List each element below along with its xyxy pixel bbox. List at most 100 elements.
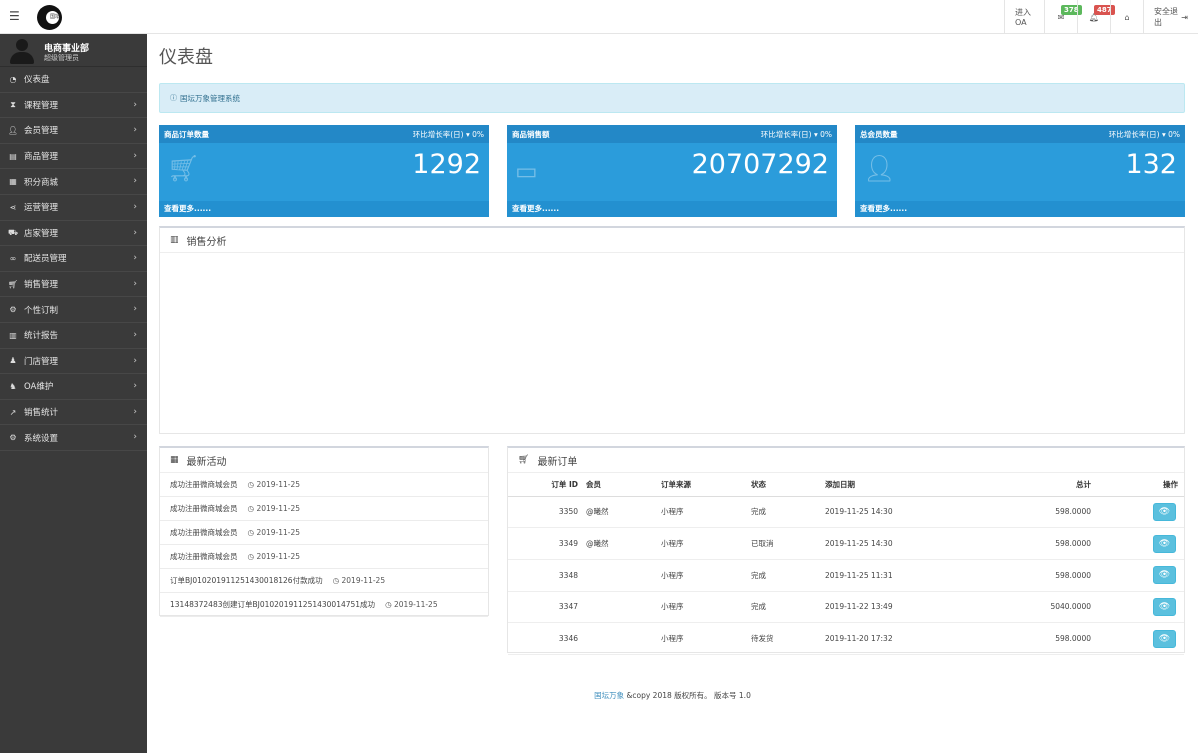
user-icon: 👤︎	[863, 154, 897, 184]
messages-button[interactable]: ✉ 378	[1044, 0, 1082, 34]
order-source: 小程序	[661, 496, 751, 529]
list-item: 成功注册微商城会员 ◷ 2019-11-25	[160, 473, 488, 497]
chevron-right-icon: ›	[133, 150, 137, 161]
activity-date: ◷ 2019-11-25	[248, 552, 301, 561]
cart-icon: 🛒︎	[7, 279, 19, 289]
sidebar-item[interactable]: ⛟ 店家管理 ›	[0, 221, 147, 247]
order-total: 5040.0000	[975, 591, 1095, 624]
activity-date: ◷ 2019-11-25	[333, 576, 386, 585]
view-order-button[interactable]: 👁︎	[1153, 629, 1176, 648]
activity-date: ◷ 2019-11-25	[248, 480, 301, 489]
col-order-id: 订单 ID	[508, 473, 586, 497]
panel-header: ▥ 销售分析	[160, 228, 1184, 253]
panel-title: 最新订单	[537, 456, 578, 468]
list-item: 订单BJ0102019112514300181​26付款成功 ◷ 2019-11-…	[160, 569, 488, 593]
stat-title: 商品销售额	[512, 130, 550, 139]
sidebar-menu: ◔ 仪表盘 ⧗ 课程管理 › 👤︎ 会员管理 › ▤ 商品管理 › ▦ 积分商城 › ⋖ 运营管理 › ⛟ 店家管理…	[0, 67, 147, 451]
activity-date-value: 2019-11-25	[256, 504, 301, 513]
order-id: 3348	[508, 559, 586, 592]
page-title: 仪表盘	[159, 47, 213, 68]
sidebar-item-label: 会员管理	[24, 126, 59, 137]
menu-toggle-icon[interactable]: ☰	[9, 9, 23, 23]
table-row: 3349 @曦然 小程序 已取消 2019-11-25 14:30 598.0000 👁︎	[508, 527, 1184, 560]
stat-card-sales: 商品销售额 环比增长率(日) ▾ 0% ▭ 20707292 查看更多.....…	[507, 125, 837, 217]
stat-title: 总会员数量	[860, 130, 898, 139]
chevron-right-icon: ›	[133, 355, 137, 366]
order-id: 3350	[508, 496, 586, 529]
order-source: 小程序	[661, 622, 751, 655]
order-member: @曦然	[586, 527, 661, 560]
view-order-button[interactable]: 👁︎	[1153, 502, 1176, 521]
sidebar-item-label: 系统设置	[24, 433, 59, 444]
panel-title: 最新活动	[186, 456, 227, 468]
sidebar-item[interactable]: ♟ 门店管理 ›	[0, 349, 147, 375]
notifications-button[interactable]: 🔔︎ 487	[1077, 0, 1115, 34]
activity-date-value: 2019-11-25	[341, 576, 386, 585]
activity-date-value: 2019-11-25	[256, 480, 301, 489]
activity-text: 成功注册微商城会员	[170, 552, 238, 561]
stat-value: 20707292	[691, 149, 829, 180]
sidebar-item-label: 销售统计	[24, 408, 59, 419]
sidebar-item[interactable]: ▤ 商品管理 ›	[0, 144, 147, 170]
enter-oa-label: 进入OA	[1015, 8, 1031, 27]
enter-oa-link[interactable]: 进入OA	[1004, 0, 1044, 34]
sidebar-item[interactable]: ⚙ 系统设置 ›	[0, 425, 147, 451]
chevron-right-icon: ›	[133, 201, 137, 212]
sidebar-item[interactable]: ⚙ 个性订制 ›	[0, 297, 147, 323]
gear-icon: ⚙	[9, 433, 17, 443]
view-order-button[interactable]: 👁︎	[1153, 566, 1176, 585]
view-order-button[interactable]: 👁︎	[1153, 597, 1176, 616]
stat-rate[interactable]: 环比增长率(日) ▾ 0%	[761, 129, 832, 140]
clock-icon: ◷	[385, 600, 392, 609]
view-more-link[interactable]: 查看更多......	[164, 203, 211, 214]
order-member	[586, 622, 661, 655]
stat-rate[interactable]: 环比增长率(日) ▾ 0%	[413, 129, 484, 140]
eye-icon: 👁︎	[1158, 633, 1171, 644]
logout-button[interactable]: 安全退出 ⇥	[1143, 0, 1198, 34]
list-item: 成功注册微商城会员 ◷ 2019-11-25	[160, 497, 488, 521]
sidebar-item[interactable]: ▦ 积分商城 ›	[0, 169, 147, 195]
home-button[interactable]: ⌂	[1110, 0, 1143, 34]
main-content: 仪表盘 ⓘ 国坛万象管理系统 商品订单数量 环比增长率(日) ▾ 0% 🛒︎ 1…	[147, 34, 1198, 753]
sidebar-item-label: OA维护	[24, 382, 54, 393]
list-item: 成功注册微商城会员 ◷ 2019-11-25	[160, 521, 488, 545]
view-more-link[interactable]: 查看更多......	[512, 203, 559, 214]
sidebar-item[interactable]: ♞ OA维护 ›	[0, 374, 147, 400]
order-status: 完成	[751, 496, 825, 529]
list-item: 13148372483创建订单BJ0102019112514300147​51成…	[160, 593, 488, 617]
stat-rate[interactable]: 环比增长率(日) ▾ 0%	[1109, 129, 1180, 140]
sidebar-item[interactable]: ◔ 仪表盘	[0, 67, 147, 93]
sidebar-item[interactable]: ⧗ 课程管理 ›	[0, 93, 147, 119]
eye-icon: 👁︎	[1158, 506, 1171, 517]
line-chart-icon: ↗	[9, 407, 17, 417]
order-status: 完成	[751, 559, 825, 592]
activity-text: 成功注册微商城会员	[170, 480, 238, 489]
footer-brand-link[interactable]: 国坛万象	[594, 691, 624, 700]
user-icon: 👤︎	[7, 125, 19, 135]
sidebar: 电商事业部 超级管理员 ◔ 仪表盘 ⧗ 课程管理 › 👤︎ 会员管理 › ▤ 商品管理 › ▦ 积分商城…	[0, 34, 147, 753]
order-id: 3346	[508, 622, 586, 655]
order-date: 2019-11-25 11:31	[825, 559, 975, 592]
users-icon: ♞	[9, 381, 17, 391]
view-order-button[interactable]: 👁︎	[1153, 534, 1176, 553]
stat-card-members: 总会员数量 环比增长率(日) ▾ 0% 👤︎ 132 查看更多......	[855, 125, 1185, 217]
cog-circle-icon: ⚙	[9, 305, 17, 315]
stat-title: 商品订单数量	[164, 130, 209, 139]
sidebar-item[interactable]: ▥ 统计报告 ›	[0, 323, 147, 349]
activity-date: ◷ 2019-11-25	[248, 528, 301, 537]
sidebar-item[interactable]: ⋖ 运营管理 ›	[0, 195, 147, 221]
activity-text: 成功注册微商城会员	[170, 504, 238, 513]
order-source: 小程序	[661, 527, 751, 560]
store-user-icon: ♟	[9, 356, 17, 366]
order-member: @曦然	[586, 496, 661, 529]
table-header-row: 订单 ID 会员 订单来源 状态 添加日期 总计 操作	[508, 473, 1184, 497]
order-total: 598.0000	[975, 622, 1095, 655]
sidebar-item[interactable]: ∞ 配送员管理 ›	[0, 246, 147, 272]
sidebar-item[interactable]: ↗ 销售统计 ›	[0, 400, 147, 426]
view-more-link[interactable]: 查看更多......	[860, 203, 907, 214]
sidebar-item[interactable]: 🛒︎ 销售管理 ›	[0, 272, 147, 298]
sidebar-item[interactable]: 👤︎ 会员管理 ›	[0, 118, 147, 144]
system-notice: ⓘ 国坛万象管理系统	[159, 83, 1185, 113]
bar-chart-icon: ▥	[170, 235, 179, 245]
sidebar-item-label: 积分商城	[24, 177, 59, 188]
